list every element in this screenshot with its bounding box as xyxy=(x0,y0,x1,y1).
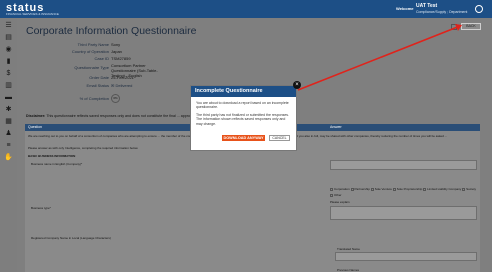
cancel-button[interactable]: CANCEL xyxy=(269,135,290,141)
modal-text-1: You are about to download a report based… xyxy=(196,101,289,110)
close-icon[interactable]: × xyxy=(293,81,301,89)
download-anyway-button[interactable]: DOWNLOAD ANYWAY xyxy=(222,135,265,141)
incomplete-questionnaire-modal: Incomplete Questionnaire × You are about… xyxy=(190,81,301,151)
modal-text-2: The third party has not finalized or sub… xyxy=(196,113,289,126)
arrow-to-modal xyxy=(297,25,461,91)
modal-title: Incomplete Questionnaire xyxy=(191,86,296,97)
